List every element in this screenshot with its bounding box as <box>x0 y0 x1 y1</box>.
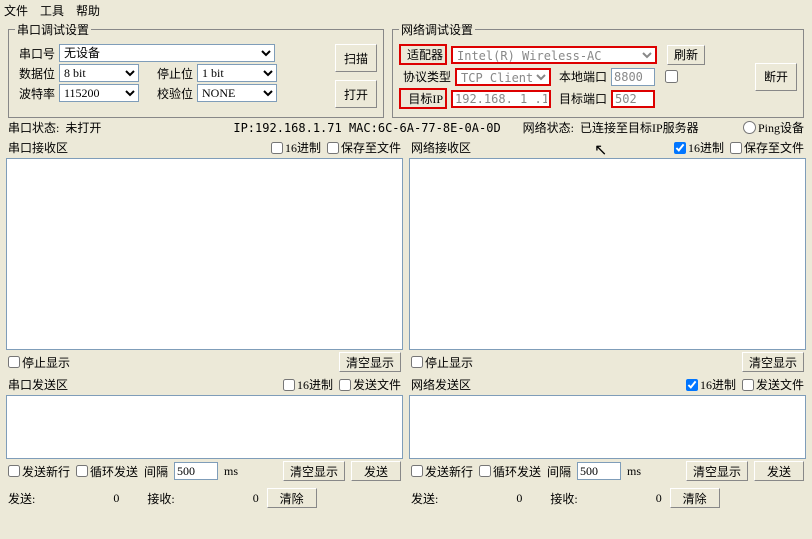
serial-stats-clear-button[interactable]: 清除 <box>267 488 317 508</box>
net-stats-clear-button[interactable]: 清除 <box>670 488 720 508</box>
menu-bar: 文件 工具 帮助 <box>0 0 812 21</box>
menu-file[interactable]: 文件 <box>4 2 28 19</box>
net-recv-save-checkbox[interactable] <box>730 142 742 154</box>
net-recv-stop-checkbox[interactable] <box>411 356 423 368</box>
open-button[interactable]: 打开 <box>335 80 377 108</box>
network-settings-legend: 网络调试设置 <box>399 21 475 38</box>
net-send-file-checkbox[interactable] <box>742 379 754 391</box>
serial-loop-send-checkbox[interactable] <box>76 465 88 477</box>
parity-label: 校验位 <box>153 85 193 102</box>
baud-label: 波特率 <box>15 85 55 102</box>
protocol-label: 协议类型 <box>399 68 451 85</box>
serial-recv-save-checkbox[interactable] <box>327 142 339 154</box>
net-send-newline-checkbox[interactable] <box>411 465 423 477</box>
serial-ms-label: ms <box>224 464 238 479</box>
local-port-input[interactable] <box>611 68 655 86</box>
databits-label: 数据位 <box>15 65 55 82</box>
serial-recv-hex-checkbox[interactable] <box>271 142 283 154</box>
serial-recv-clear-button[interactable]: 清空显示 <box>339 352 401 372</box>
ip-mac: IP:192.168.1.71 MAC:6C-6A-77-8E-0A-0D <box>233 121 500 135</box>
serial-rx-value: 0 <box>179 491 259 506</box>
serial-rx-label: 接收: <box>147 490 174 507</box>
net-recv-pane: 网络接收区 16进制 保存至文件 停止显示 清空显示 <box>409 137 806 374</box>
net-status-value: 已连接至目标IP服务器 <box>580 119 699 136</box>
ping-radio[interactable]: Ping设备 <box>743 119 804 136</box>
net-rx-label: 接收: <box>550 490 577 507</box>
stopbits-label: 停止位 <box>153 65 193 82</box>
serial-interval-input[interactable] <box>174 462 218 480</box>
baud-select[interactable]: 115200 <box>59 84 139 102</box>
serial-tx-value: 0 <box>39 491 119 506</box>
serial-status-value: 未打开 <box>65 119 101 136</box>
serial-status-label: 串口状态: <box>8 119 59 136</box>
port-label: 串口号 <box>15 45 55 62</box>
serial-send-title: 串口发送区 <box>8 376 68 393</box>
net-interval-input[interactable] <box>577 462 621 480</box>
adapter-select[interactable]: Intel(R) Wireless-AC <box>451 46 657 64</box>
serial-interval-label: 间隔 <box>144 463 168 480</box>
net-recv-hex-checkbox[interactable] <box>674 142 686 154</box>
net-interval-label: 间隔 <box>547 463 571 480</box>
serial-recv-stop-checkbox[interactable] <box>8 356 20 368</box>
net-recv-textarea[interactable] <box>409 158 806 350</box>
target-port-input[interactable] <box>611 90 655 108</box>
serial-send-file-checkbox[interactable] <box>339 379 351 391</box>
target-ip-input[interactable] <box>451 90 551 108</box>
net-send-button[interactable]: 发送 <box>754 461 804 481</box>
serial-send-button[interactable]: 发送 <box>351 461 401 481</box>
target-port-label: 目标端口 <box>555 90 607 107</box>
scan-button[interactable]: 扫描 <box>335 44 377 72</box>
local-port-label: 本地端口 <box>555 68 607 85</box>
serial-send-pane: 串口发送区 16进制 发送文件 发送新行 循环发送 间隔 ms 清空显示 发送 … <box>6 374 403 511</box>
serial-tx-label: 发送: <box>8 490 35 507</box>
net-send-clear-button[interactable]: 清空显示 <box>686 461 748 481</box>
net-rx-value: 0 <box>582 491 662 506</box>
menu-help[interactable]: 帮助 <box>76 2 100 19</box>
network-settings-group: 网络调试设置 适配器 Intel(R) Wireless-AC 刷新 协议类型 … <box>392 21 804 118</box>
databits-select[interactable]: 8 bit <box>59 64 139 82</box>
port-select[interactable]: 无设备 <box>59 44 275 62</box>
net-recv-title: 网络接收区 <box>411 139 471 156</box>
serial-settings-legend: 串口调试设置 <box>15 21 91 38</box>
serial-recv-title: 串口接收区 <box>8 139 68 156</box>
serial-send-newline-checkbox[interactable] <box>8 465 20 477</box>
serial-settings-group: 串口调试设置 串口号 无设备 数据位 8 bit 停止位 1 bit 波特率 1… <box>8 21 384 118</box>
serial-recv-textarea[interactable] <box>6 158 403 350</box>
refresh-button[interactable]: 刷新 <box>667 45 705 65</box>
menu-tools[interactable]: 工具 <box>40 2 64 19</box>
parity-select[interactable]: NONE <box>197 84 277 102</box>
adapter-label: 适配器 <box>403 46 443 63</box>
serial-recv-pane: 串口接收区 16进制 保存至文件 停止显示 清空显示 <box>6 137 403 374</box>
net-status-label: 网络状态: <box>523 119 574 136</box>
net-recv-clear-button[interactable]: 清空显示 <box>742 352 804 372</box>
net-send-pane: 网络发送区 16进制 发送文件 发送新行 循环发送 间隔 ms 清空显示 发送 … <box>409 374 806 511</box>
serial-send-textarea[interactable] <box>6 395 403 459</box>
net-send-textarea[interactable] <box>409 395 806 459</box>
net-ms-label: ms <box>627 464 641 479</box>
net-tx-value: 0 <box>442 491 522 506</box>
target-ip-label: 目标IP <box>403 90 443 107</box>
net-send-title: 网络发送区 <box>411 376 471 393</box>
protocol-select[interactable]: TCP Client <box>455 68 551 86</box>
net-tx-label: 发送: <box>411 490 438 507</box>
net-send-hex-checkbox[interactable] <box>686 379 698 391</box>
disconnect-button[interactable]: 断开 <box>755 63 797 91</box>
serial-send-hex-checkbox[interactable] <box>283 379 295 391</box>
local-port-checkbox[interactable] <box>665 70 678 83</box>
serial-send-clear-button[interactable]: 清空显示 <box>283 461 345 481</box>
net-loop-send-checkbox[interactable] <box>479 465 491 477</box>
stopbits-select[interactable]: 1 bit <box>197 64 277 82</box>
